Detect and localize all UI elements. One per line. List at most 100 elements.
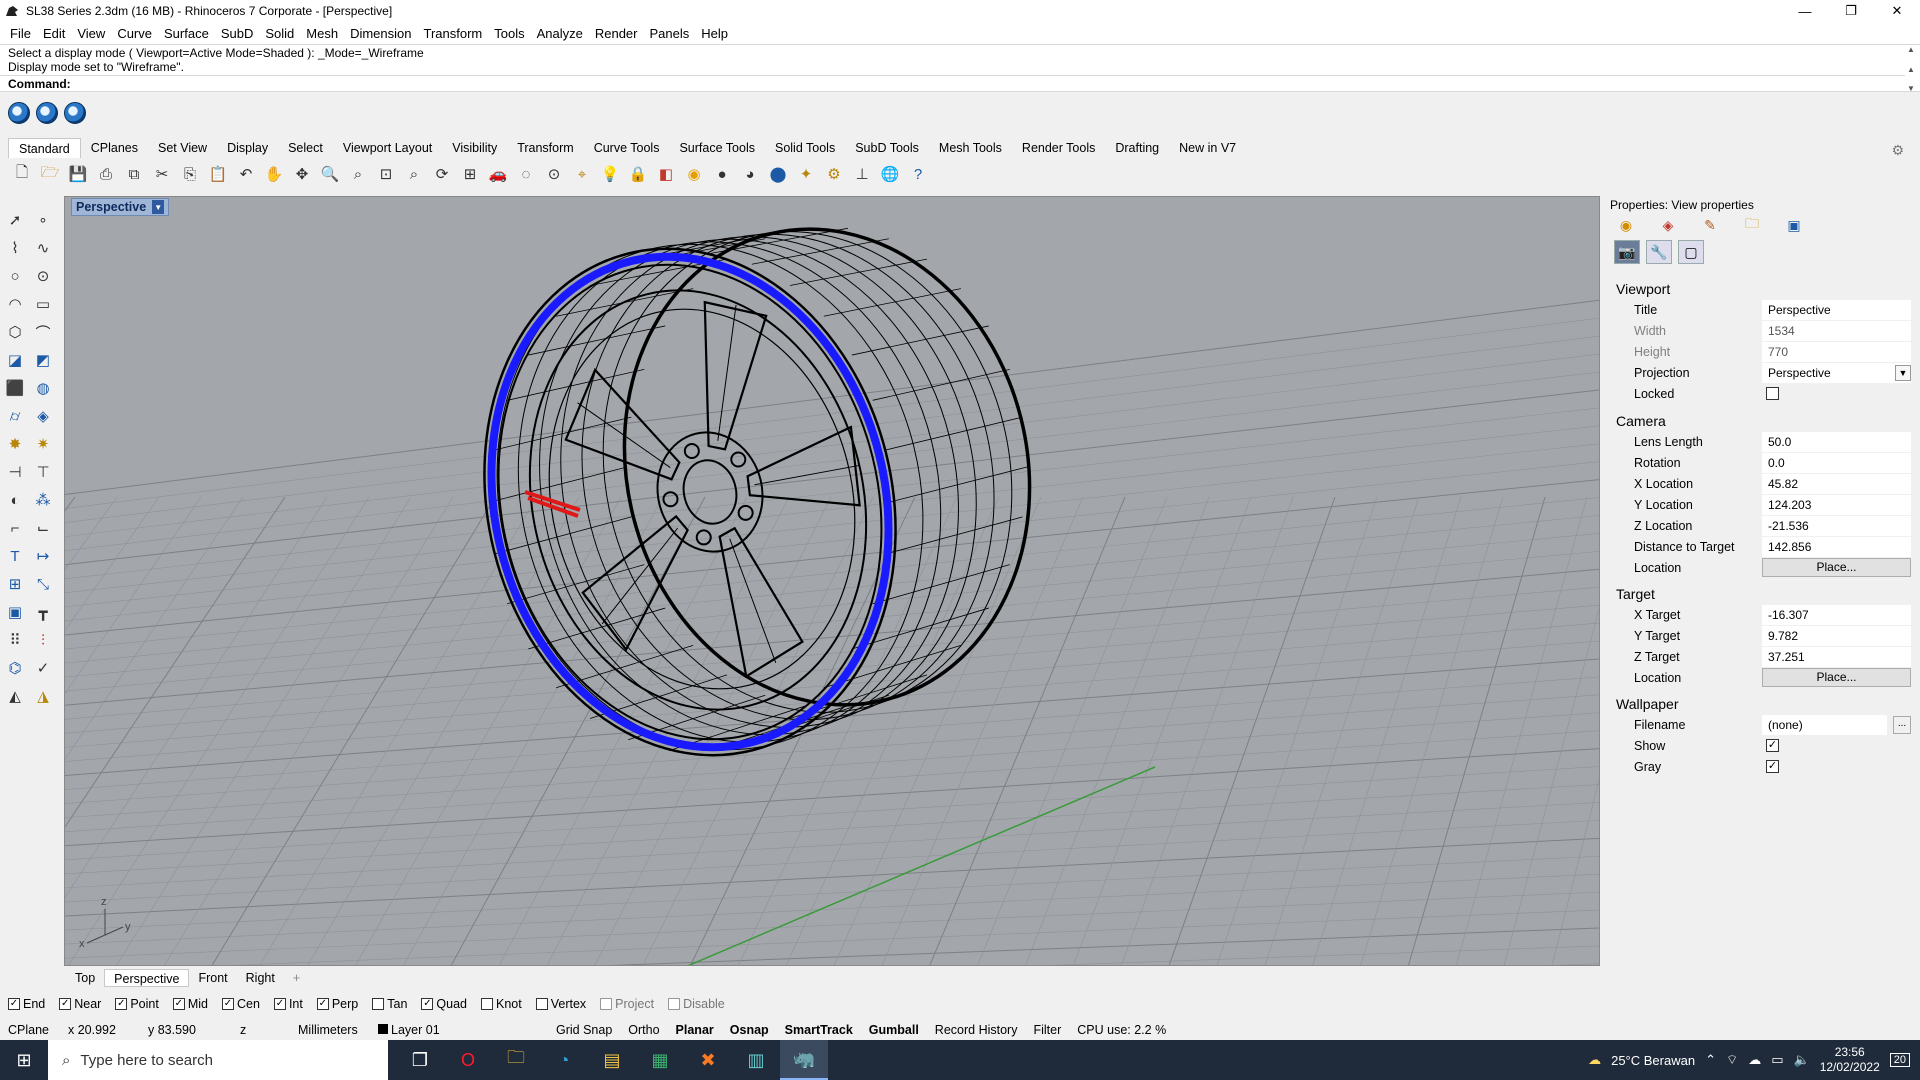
units-label[interactable]: Millimeters	[290, 1023, 370, 1037]
brush-icon[interactable]: ✎	[1698, 216, 1722, 234]
menu-view[interactable]: View	[71, 26, 111, 41]
menu-solid[interactable]: Solid	[259, 26, 300, 41]
spreadsheet-app-icon[interactable]: ▦	[636, 1040, 684, 1080]
chevron-up-icon[interactable]: ⌃	[1705, 1052, 1716, 1068]
loft-icon[interactable]: ◩	[32, 349, 54, 371]
distance-to-target-field[interactable]: 142.856	[1762, 537, 1911, 557]
place-target-button[interactable]: Place...	[1762, 668, 1911, 687]
circle-icon[interactable]: ○	[4, 265, 26, 287]
globe-icon[interactable]: 🌐	[878, 162, 902, 186]
menu-transform[interactable]: Transform	[417, 26, 488, 41]
new-file-icon[interactable]: 🗋	[10, 162, 34, 186]
four-viewports-icon[interactable]: ⊞	[458, 162, 482, 186]
notepad-icon[interactable]: ▥	[732, 1040, 780, 1080]
paint-icon[interactable]: ◮	[32, 685, 54, 707]
windows-start-icon[interactable]: ⊞	[0, 1050, 48, 1071]
zoom-icon[interactable]: 🔍	[318, 162, 342, 186]
camera-icon[interactable]: 📷	[1614, 240, 1640, 264]
folder-app-icon[interactable]: ▤	[588, 1040, 636, 1080]
osnap-checkbox[interactable]: ✓	[172, 998, 185, 1010]
menu-curve[interactable]: Curve	[111, 26, 158, 41]
subd-toggle-icon[interactable]	[36, 102, 58, 124]
viewport-frame-icon[interactable]: ▢	[1678, 240, 1704, 264]
car-named-view-icon[interactable]: 🚗	[486, 162, 510, 186]
tab-solid-tools[interactable]: Solid Tools	[765, 138, 845, 158]
tab-viewport-layout[interactable]: Viewport Layout	[333, 138, 442, 158]
edge-icon[interactable]: ◔	[540, 1040, 588, 1080]
transform-icon[interactable]: ⊞	[4, 573, 26, 595]
shaded-sphere-icon[interactable]: ●	[710, 162, 734, 186]
add-viewport-tab[interactable]: +	[284, 969, 309, 987]
filter-toggle[interactable]: Filter	[1025, 1023, 1069, 1037]
x-target-field[interactable]: -16.307	[1762, 605, 1911, 625]
polygon-icon[interactable]: ⬡	[4, 321, 26, 343]
x-location-field[interactable]: 45.82	[1762, 474, 1911, 494]
display-settings-icon[interactable]: 🔧	[1646, 240, 1672, 264]
filename-field[interactable]: (none)	[1762, 715, 1887, 735]
chevron-down-icon[interactable]: ▼	[1895, 365, 1911, 381]
tab-transform[interactable]: Transform	[507, 138, 584, 158]
network-icon[interactable]: ⌔	[1726, 1052, 1738, 1068]
osnap-mid[interactable]: ✓ Mid	[172, 997, 208, 1011]
current-layer[interactable]: Layer 01	[388, 1023, 548, 1037]
tab-top[interactable]: Top	[66, 969, 104, 987]
mesh-icon[interactable]: ✸	[4, 433, 26, 455]
point-icon[interactable]: ∘	[32, 209, 54, 231]
check-icon[interactable]: ✓	[32, 657, 54, 679]
polyline-icon[interactable]: ⌇	[4, 237, 26, 259]
y-target-field[interactable]: 9.782	[1762, 626, 1911, 646]
osnap-tan[interactable]: Tan	[372, 997, 407, 1011]
freeform-icon[interactable]: ⌒	[32, 321, 54, 343]
volume-icon[interactable]: 🔈	[1794, 1052, 1810, 1068]
extrude-icon[interactable]: ◈	[32, 405, 54, 427]
undo-icon[interactable]: ↶	[234, 162, 258, 186]
osnap-checkbox[interactable]	[668, 998, 681, 1010]
menu-render[interactable]: Render	[589, 26, 644, 41]
smarttrack-toggle[interactable]: SmartTrack	[777, 1023, 861, 1037]
osnap-disable[interactable]: Disable	[668, 997, 725, 1011]
osnap-quad[interactable]: ✓ Quad	[421, 997, 467, 1011]
battery-icon[interactable]: ▭	[1771, 1052, 1783, 1068]
osnap-knot[interactable]: Knot	[481, 997, 522, 1011]
rectangle-icon[interactable]: ▭	[32, 293, 54, 315]
cut-icon[interactable]: ✂	[150, 162, 174, 186]
browse-button[interactable]: ...	[1893, 716, 1911, 734]
osnap-project[interactable]: Project	[600, 997, 654, 1011]
weather-text[interactable]: 25°C Berawan	[1611, 1053, 1695, 1068]
select-arrow-icon[interactable]: ➚	[4, 209, 26, 231]
command-prompt[interactable]: Command:	[0, 75, 1905, 92]
help-icon[interactable]: ?	[906, 162, 930, 186]
menu-file[interactable]: File	[4, 26, 37, 41]
select-icon[interactable]: ⊙	[542, 162, 566, 186]
taskbar-search[interactable]: ⌕ Type here to search	[48, 1040, 388, 1080]
osnap-near[interactable]: ✓ Near	[59, 997, 101, 1011]
viewport-title-tab[interactable]: Perspective ▼	[71, 198, 170, 216]
viewport-menu-dropdown[interactable]: ▼	[152, 200, 165, 214]
menu-help[interactable]: Help	[695, 26, 734, 41]
osnap-checkbox[interactable]: ✓	[8, 998, 20, 1010]
box-icon[interactable]: ⬛	[4, 377, 26, 399]
named-cplane-icon[interactable]: ◌	[514, 162, 538, 186]
dimension-icon[interactable]: ⊥	[850, 162, 874, 186]
color-wheel-icon[interactable]: ◉	[682, 162, 706, 186]
sphere-icon[interactable]: ◍	[32, 377, 54, 399]
rhino-taskbar-icon[interactable]: 🦏	[780, 1040, 828, 1080]
perspective-viewport[interactable]: x y z Perspective ▼	[64, 196, 1600, 966]
opera-icon[interactable]: O	[444, 1040, 492, 1080]
osnap-cen[interactable]: ✓ Cen	[222, 997, 260, 1011]
minimize-button[interactable]: —	[1782, 0, 1828, 22]
light-icon[interactable]: ✷	[32, 433, 54, 455]
light-bulb-icon[interactable]: 💡	[598, 162, 622, 186]
tab-right[interactable]: Right	[237, 969, 284, 987]
export-icon[interactable]: ⧉	[122, 162, 146, 186]
maximize-button[interactable]: ❐	[1828, 0, 1874, 22]
grid-snap-toggle[interactable]: Grid Snap	[548, 1023, 620, 1037]
close-button[interactable]: ✕	[1874, 0, 1920, 22]
z-location-field[interactable]: -21.536	[1762, 516, 1911, 536]
render-sphere-icon[interactable]: ⬤	[766, 162, 790, 186]
osnap-toggle[interactable]: Osnap	[722, 1023, 777, 1037]
lens-length-field[interactable]: 50.0	[1762, 432, 1911, 452]
cplane-label[interactable]: CPlane	[0, 1023, 60, 1037]
wheel-model[interactable]	[432, 197, 1079, 799]
move-view-icon[interactable]: ✥	[290, 162, 314, 186]
